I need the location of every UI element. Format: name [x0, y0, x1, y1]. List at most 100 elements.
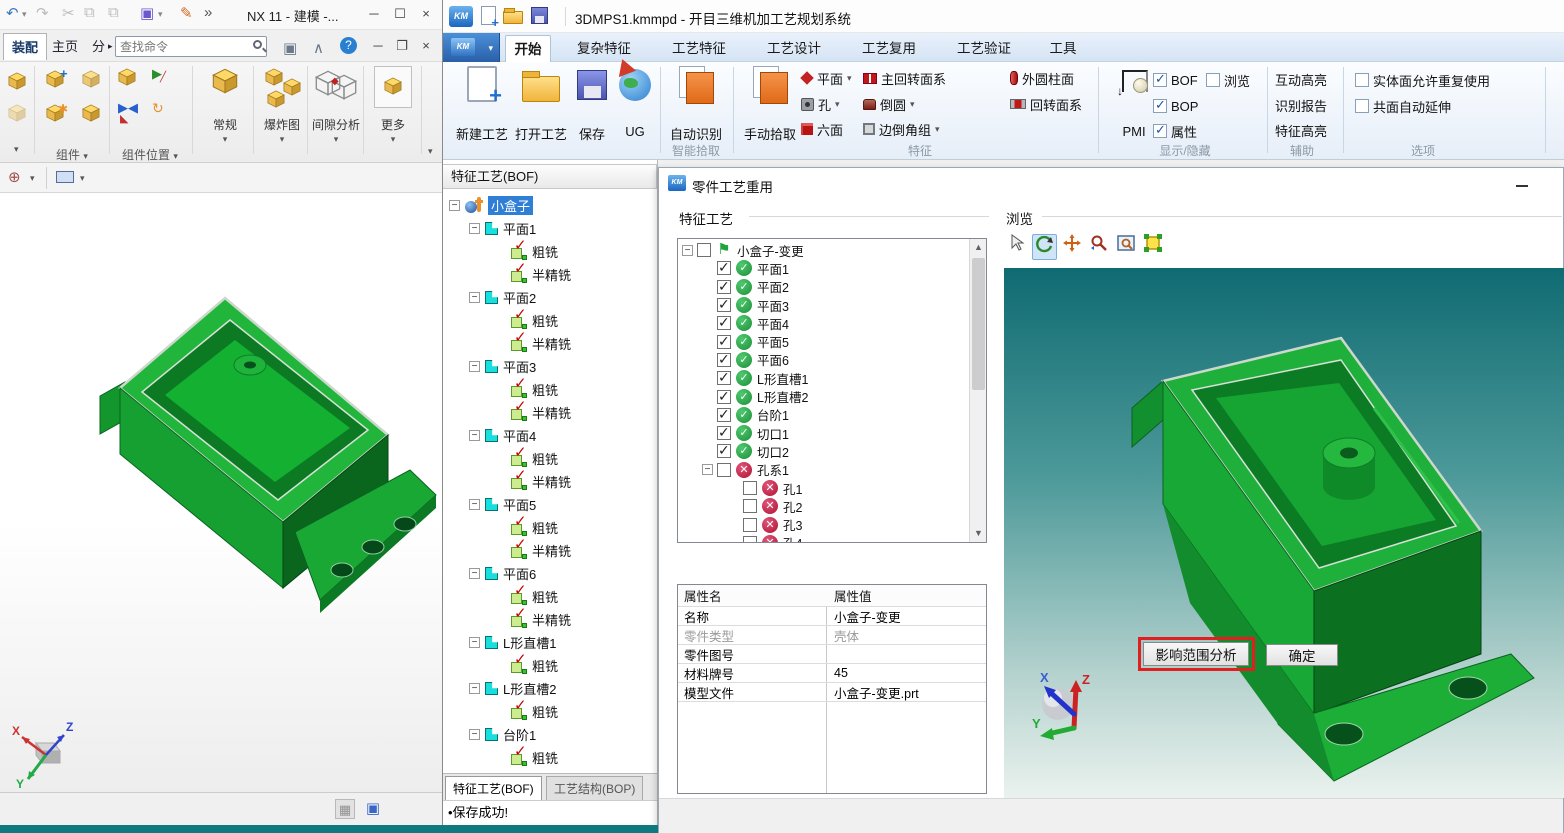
new-component-icon[interactable]: [82, 70, 100, 88]
tree-row[interactable]: − ✓ L形直槽1: [443, 631, 657, 654]
checkbox[interactable]: [717, 298, 731, 312]
tree-row[interactable]: − 平面2: [678, 278, 970, 296]
grid-status-icon[interactable]: ▦: [335, 799, 355, 819]
rectangle-select-icon[interactable]: [56, 171, 74, 183]
search-icon[interactable]: [253, 40, 262, 49]
fit-view-button[interactable]: [1140, 234, 1165, 260]
hole-feature-button[interactable]: 孔▾: [801, 94, 840, 114]
tree-row[interactable]: − ✓ 粗铣: [443, 447, 657, 470]
expand-toggle-icon[interactable]: −: [469, 499, 480, 510]
collapse-ribbon-icon[interactable]: ∧: [313, 39, 324, 57]
browse-checkbox[interactable]: 浏览: [1206, 70, 1250, 90]
scroll-up-icon[interactable]: ▲: [970, 239, 987, 256]
nx-doc-close-button[interactable]: ×: [414, 35, 438, 57]
expand-toggle-icon[interactable]: −: [469, 223, 480, 234]
undo-dropdown-icon[interactable]: ▾: [22, 9, 27, 20]
open-process-button[interactable]: 打开工艺: [512, 66, 570, 154]
tab-process-verify[interactable]: 工艺验证: [940, 35, 1028, 62]
scroll-thumb[interactable]: [972, 258, 985, 390]
coplanar-extend-checkbox[interactable]: 共面自动延伸: [1355, 96, 1451, 116]
tree-row[interactable]: − ✓ 半精铣: [443, 263, 657, 286]
undo-icon[interactable]: ↶: [6, 4, 19, 22]
interactive-highlight-button[interactable]: 互动高亮: [1275, 70, 1327, 89]
new-process-button[interactable]: 新建工艺: [453, 66, 511, 154]
tree-row[interactable]: − ✓ 小盒子: [443, 194, 657, 217]
property-row[interactable]: 零件类型 壳体: [678, 626, 986, 645]
tree-row[interactable]: − 孔3: [678, 515, 970, 533]
dialog-minimize-button[interactable]: [1509, 174, 1535, 192]
tree-row[interactable]: − ✓ 粗铣: [443, 516, 657, 539]
tree-row[interactable]: − 切口1: [678, 424, 970, 442]
tree-row[interactable]: − ✓ 粗铣: [443, 309, 657, 332]
tree-row[interactable]: − ✓ 半精铣: [443, 401, 657, 424]
tree-row[interactable]: − ✓ 半精铣: [443, 332, 657, 355]
checkbox[interactable]: [743, 481, 757, 495]
expand-toggle-icon[interactable]: −: [469, 361, 480, 372]
zoom-window-button[interactable]: [1113, 234, 1138, 260]
expand-toggle-icon[interactable]: −: [702, 464, 713, 475]
checkbox[interactable]: [697, 243, 711, 257]
tree-row[interactable]: − ✓ 粗铣: [443, 654, 657, 677]
tree-row[interactable]: − ✓ 台阶1: [443, 723, 657, 746]
checkbox[interactable]: [717, 390, 731, 404]
expand-toggle-icon[interactable]: −: [469, 568, 480, 579]
tree-row[interactable]: − 孔1: [678, 479, 970, 497]
tree-row[interactable]: − 台阶1: [678, 406, 970, 424]
tree-row[interactable]: − ✓ 粗铣: [443, 240, 657, 263]
tree-row[interactable]: − 平面4: [678, 314, 970, 332]
checkbox[interactable]: [717, 408, 731, 422]
recognition-report-button[interactable]: 识别报告: [1275, 96, 1327, 115]
nx-doc-restore-button[interactable]: ❐: [390, 35, 414, 57]
tree-row[interactable]: − 孔2: [678, 497, 970, 515]
bof-checkbox[interactable]: BOF: [1153, 70, 1198, 90]
chamfer-group-button[interactable]: 边倒角组▾: [863, 119, 940, 139]
tree-row[interactable]: − 平面3: [678, 296, 970, 314]
ug-button[interactable]: UG: [615, 66, 655, 154]
tree-row[interactable]: − ✓ 平面3: [443, 355, 657, 378]
paste-icon[interactable]: ⧉: [108, 4, 119, 21]
feature-highlight-button[interactable]: 特征高亮: [1275, 121, 1327, 140]
copy-icon[interactable]: ⧉: [84, 4, 95, 21]
attributes-checkbox[interactable]: 属性: [1153, 121, 1197, 141]
tree-row[interactable]: − ✓ 平面6: [443, 562, 657, 585]
help-icon[interactable]: ?: [340, 37, 357, 54]
tree-row[interactable]: − 孔4: [678, 534, 970, 543]
tab-process-design[interactable]: 工艺设计: [750, 35, 838, 62]
hex-face-button[interactable]: 六面: [801, 119, 843, 139]
auto-recognize-button[interactable]: 自动识别: [665, 66, 727, 154]
screen-status-icon[interactable]: ▣: [363, 799, 383, 819]
rotate-view-button[interactable]: [1032, 234, 1057, 260]
rotate-component-icon[interactable]: ↻: [152, 100, 164, 117]
group-dropdown-icon[interactable]: ▾: [14, 144, 19, 155]
tab-complex-features[interactable]: 复杂特征: [560, 35, 648, 62]
checkbox[interactable]: [717, 261, 731, 275]
tree-row[interactable]: − ✓ 平面2: [443, 286, 657, 309]
tree-row[interactable]: − 平面6: [678, 351, 970, 369]
ribbon-overflow-icon[interactable]: ▾: [428, 146, 433, 157]
rectangle-select-dropdown-icon[interactable]: ▾: [80, 173, 85, 184]
save-document-icon[interactable]: [531, 7, 548, 24]
snap-point-dropdown-icon[interactable]: ▾: [30, 173, 35, 184]
tree-row[interactable]: − 平面1: [678, 259, 970, 277]
expand-toggle-icon[interactable]: −: [469, 430, 480, 441]
tree-row[interactable]: − ✓ 粗铣: [443, 746, 657, 769]
tab-process-structure[interactable]: 工艺结构(BOP): [546, 776, 643, 800]
tab-process-reuse[interactable]: 工艺复用: [845, 35, 933, 62]
bop-checkbox[interactable]: BOP: [1153, 96, 1198, 116]
move-component-icon[interactable]: [118, 68, 136, 86]
tree-row[interactable]: − ✓ 粗铣: [443, 378, 657, 401]
browse-3d-viewport[interactable]: Z X Y: [1004, 268, 1564, 798]
nx-maximize-button[interactable]: ☐: [388, 3, 412, 25]
expand-toggle-icon[interactable]: −: [469, 683, 480, 694]
nx-3d-viewport[interactable]: X Z Y: [0, 193, 443, 792]
property-row[interactable]: 模型文件 小盒子-变更.prt: [678, 683, 986, 702]
checkbox[interactable]: [717, 280, 731, 294]
tree-row[interactable]: − ✓ 粗铣: [443, 585, 657, 608]
exploded-view-button[interactable]: 爆炸图▾: [255, 64, 309, 158]
plane-feature-button[interactable]: 平面▾: [801, 68, 852, 88]
app-menu-button[interactable]: KM▾: [443, 33, 500, 62]
outer-cylinder-button[interactable]: 外圆柱面: [1010, 68, 1074, 88]
manual-pick-button[interactable]: 手动拾取: [740, 66, 800, 154]
property-row[interactable]: 零件图号: [678, 645, 986, 664]
mirror-assembly-icon[interactable]: [82, 104, 100, 122]
